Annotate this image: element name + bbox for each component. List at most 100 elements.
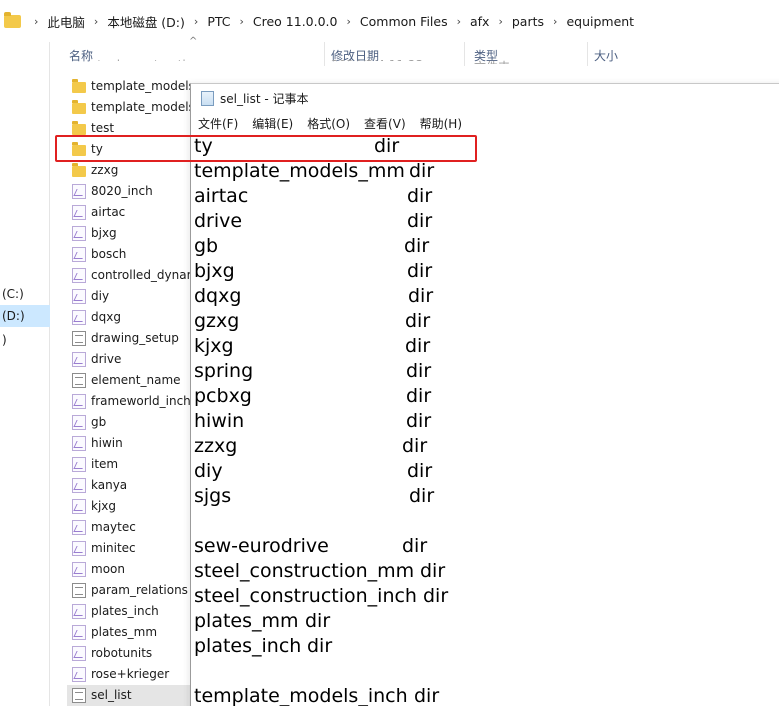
line-tag: dir — [420, 560, 446, 582]
file-row[interactable]: airtac — [67, 202, 195, 223]
line-name: kjxg — [194, 335, 234, 357]
file-row[interactable]: bjxg — [67, 223, 195, 244]
line-tag: dir — [407, 185, 433, 207]
text-line: bjxg dir — [194, 259, 779, 284]
breadcrumb-item[interactable]: PTC — [207, 14, 230, 29]
chevron-right-icon[interactable]: › — [194, 15, 198, 28]
notepad-text-area[interactable]: ty dir template_models_mm dir airtac dir drive… — [194, 134, 779, 706]
file-name: diy — [91, 289, 110, 303]
menu-view[interactable]: 查看(V) — [364, 115, 406, 132]
line-tag: dir — [305, 610, 331, 632]
image-file-icon — [72, 478, 86, 493]
folder-icon — [72, 79, 86, 93]
nav-item-d-drive[interactable]: (D:) — [0, 305, 50, 327]
file-row[interactable]: plates_mm — [67, 622, 195, 643]
file-row[interactable]: robotunits — [67, 643, 195, 664]
chevron-right-icon[interactable]: › — [239, 15, 243, 28]
chevron-right-icon[interactable]: › — [498, 15, 502, 28]
text-line: kjxg dir — [194, 334, 779, 359]
line-tag: dir — [423, 585, 449, 607]
line-tag: dir — [405, 335, 431, 357]
column-header-date[interactable]: 修改日期 — [331, 47, 379, 64]
image-file-icon — [72, 646, 86, 661]
chevron-right-icon[interactable]: › — [457, 15, 461, 28]
address-bar[interactable]: › 此电脑 › 本地磁盘 (D:) › PTC › Creo 11.0.0.0 › Common … — [0, 0, 779, 42]
column-divider[interactable] — [587, 42, 588, 66]
chevron-right-icon[interactable]: › — [94, 15, 98, 28]
notepad-window: sel_list - 记事本 文件(F) 编辑(E) 格式(O) 查看(V) 帮… — [190, 83, 779, 706]
breadcrumb-item[interactable]: 此电脑 — [47, 12, 85, 31]
line-tag: dir — [406, 410, 432, 432]
file-row[interactable]: frameworld_inch — [67, 391, 195, 412]
breadcrumb-item[interactable]: parts — [512, 14, 544, 29]
file-row[interactable]: kjxg — [67, 496, 195, 517]
image-file-icon — [72, 457, 86, 472]
breadcrumb-item[interactable]: equipment — [566, 14, 634, 29]
breadcrumb-item[interactable]: Common Files — [360, 14, 448, 29]
file-name: controlled_dynam — [91, 268, 195, 282]
file-row[interactable]: kanya — [67, 475, 195, 496]
notepad-title: sel_list - 记事本 — [220, 91, 309, 106]
breadcrumb-item[interactable]: afx — [470, 14, 489, 29]
line-tag: dir — [402, 535, 428, 557]
file-row[interactable]: diy — [67, 286, 195, 307]
line-tag: dir — [406, 385, 432, 407]
breadcrumb-item[interactable]: 本地磁盘 (D:) — [107, 12, 185, 31]
column-divider[interactable] — [464, 42, 465, 66]
file-row[interactable]: moon — [67, 559, 195, 580]
navigation-pane: (C:) (D:) ) — [0, 42, 50, 706]
line-tag: dir — [414, 685, 440, 706]
file-row[interactable]: ty — [67, 139, 195, 160]
file-row[interactable]: gb — [67, 412, 195, 433]
file-name: param_relations — [91, 583, 188, 597]
file-name: kjxg — [91, 499, 117, 513]
text-line: plates_mm dir — [194, 609, 779, 634]
file-row[interactable]: param_relations — [67, 580, 195, 601]
file-name: frameworld_inch — [91, 394, 191, 408]
image-file-icon — [72, 667, 86, 682]
file-row[interactable]: drive — [67, 349, 195, 370]
chevron-right-icon[interactable]: › — [553, 15, 557, 28]
folder-icon — [4, 11, 21, 28]
text-line: diy dir — [194, 459, 779, 484]
text-line: gb dir — [194, 234, 779, 259]
menu-file[interactable]: 文件(F) — [198, 115, 238, 132]
file-row[interactable]: 8020_inch — [67, 181, 195, 202]
line-tag: dir — [409, 485, 435, 507]
nav-item-c-drive[interactable]: (C:) — [0, 283, 50, 305]
text-file-icon — [72, 583, 86, 598]
file-row[interactable]: template_models — [67, 97, 195, 118]
file-row[interactable]: hiwin — [67, 433, 195, 454]
nav-item-drive[interactable]: ) — [0, 329, 50, 351]
file-row[interactable]: dqxg — [67, 307, 195, 328]
chevron-right-icon[interactable]: › — [34, 15, 38, 28]
file-row[interactable]: test — [67, 118, 195, 139]
file-row[interactable]: plates_inch — [67, 601, 195, 622]
file-row[interactable]: zzxg — [67, 160, 195, 181]
line-name: airtac — [194, 185, 249, 207]
file-row[interactable]: minitec — [67, 538, 195, 559]
file-row[interactable]: bosch — [67, 244, 195, 265]
notepad-menu-bar: 文件(F) 编辑(E) 格式(O) 查看(V) 帮助(H) — [191, 112, 779, 134]
file-row[interactable]: controlled_dynam — [67, 265, 195, 286]
column-divider[interactable] — [324, 42, 325, 66]
file-row[interactable]: template_models — [67, 76, 195, 97]
file-row[interactable]: item — [67, 454, 195, 475]
file-row[interactable]: element_name — [67, 370, 195, 391]
chevron-right-icon[interactable]: › — [346, 15, 350, 28]
breadcrumb-item[interactable]: Creo 11.0.0.0 — [253, 14, 338, 29]
notepad-title-bar[interactable]: sel_list - 记事本 — [191, 84, 779, 112]
file-name: sel_list — [91, 688, 132, 702]
file-row[interactable]: drawing_setup — [67, 328, 195, 349]
file-name: minitec — [91, 541, 136, 555]
file-row[interactable]: rose+krieger — [67, 664, 195, 685]
menu-format[interactable]: 格式(O) — [307, 115, 350, 132]
line-name: sjgs — [194, 485, 232, 507]
menu-edit[interactable]: 编辑(E) — [252, 115, 293, 132]
file-row[interactable]: sel_list — [67, 685, 195, 706]
text-line — [194, 509, 779, 534]
column-header-size[interactable]: 大小 — [594, 47, 618, 64]
image-file-icon — [72, 226, 86, 241]
menu-help[interactable]: 帮助(H) — [420, 115, 462, 132]
file-row[interactable]: maytec — [67, 517, 195, 538]
